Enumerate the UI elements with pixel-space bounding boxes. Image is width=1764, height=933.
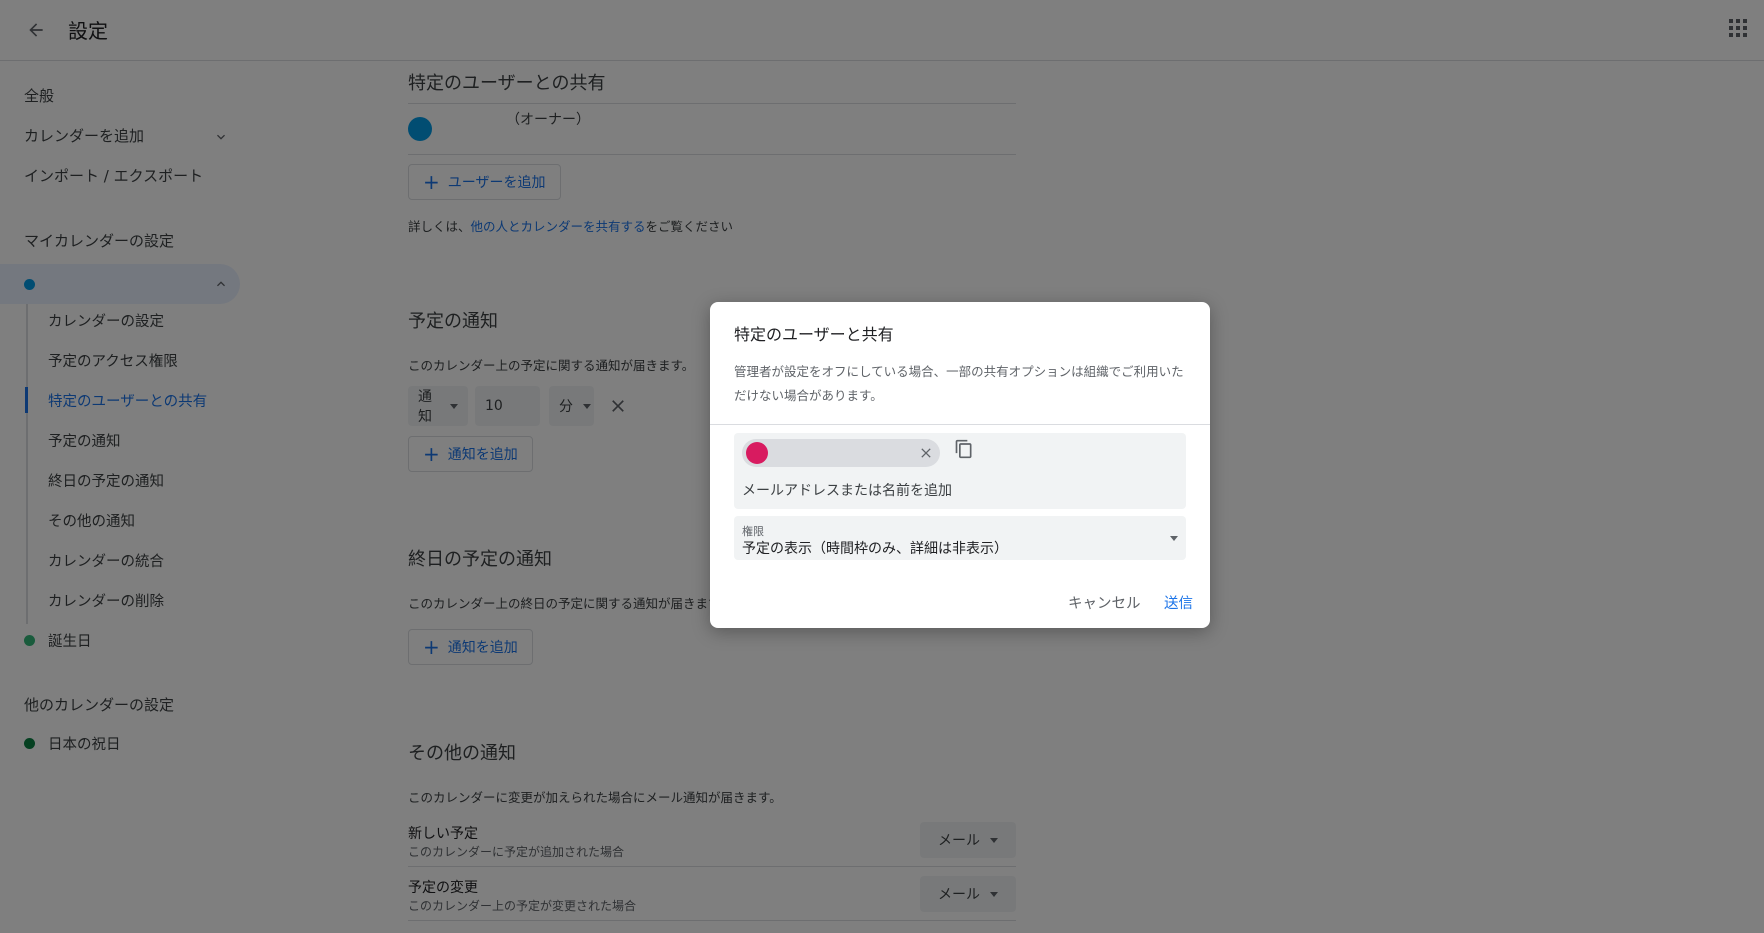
dropdown-arrow-icon	[1170, 536, 1178, 541]
cancel-button[interactable]: キャンセル	[1068, 592, 1141, 613]
close-icon[interactable]	[918, 445, 934, 461]
permission-label: 権限	[742, 525, 764, 538]
recipient-chip[interactable]	[742, 439, 940, 467]
permission-value: 予定の表示（時間枠のみ、詳細は非表示）	[742, 541, 1008, 557]
recipient-field[interactable]	[734, 433, 1186, 509]
share-dialog: 特定のユーザーと共有 管理者が設定をオフにしている場合、一部の共有オプションは組…	[710, 302, 1210, 628]
permission-select[interactable]: 権限 予定の表示（時間枠のみ、詳細は非表示）	[734, 516, 1186, 560]
copy-icon[interactable]	[954, 439, 974, 459]
dialog-note: 管理者が設定をオフにしている場合、一部の共有オプションは組織でご利用いただけない…	[734, 364, 1184, 403]
recipient-input[interactable]	[742, 483, 1162, 499]
avatar	[746, 442, 768, 464]
dialog-divider	[710, 424, 1210, 425]
send-button[interactable]: 送信	[1164, 592, 1193, 613]
dialog-title: 特定のユーザーと共有	[734, 325, 894, 344]
